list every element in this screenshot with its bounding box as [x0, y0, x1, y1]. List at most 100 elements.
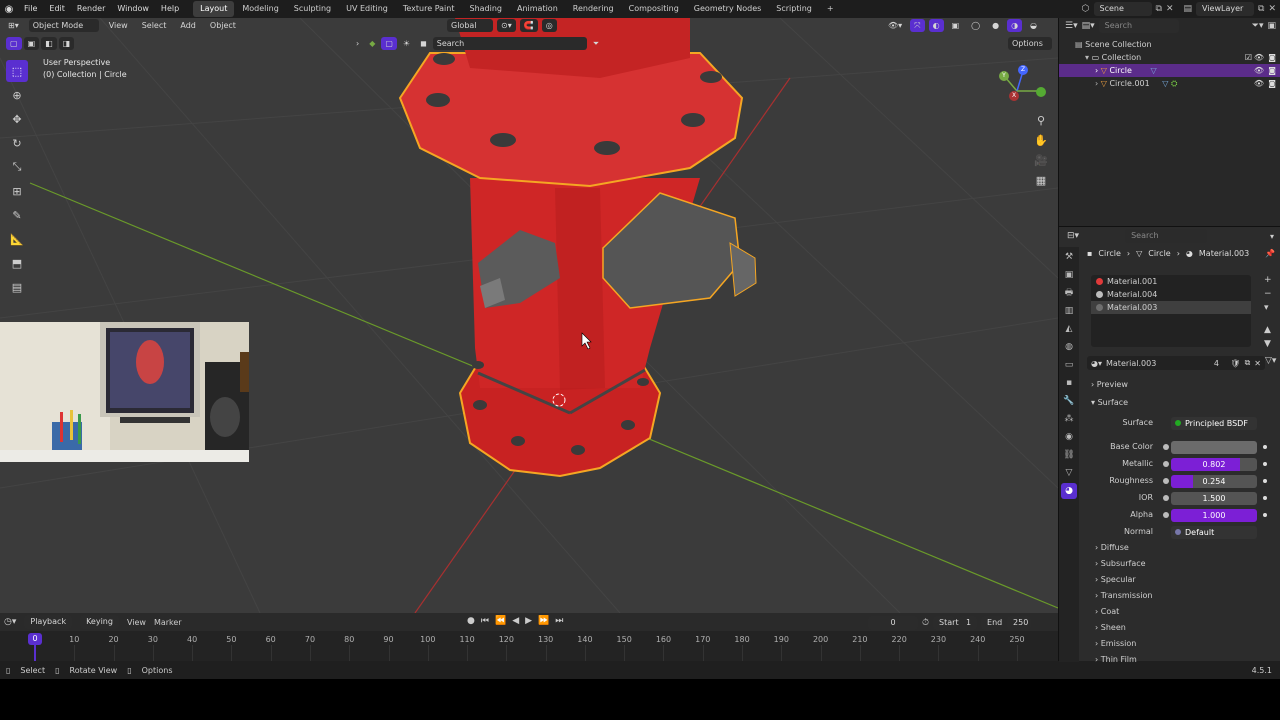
- timeline-editor[interactable]: ◷▾ Playback Keying View Marker ● ⏮ ⏪ ◀ ▶…: [0, 613, 1058, 661]
- eye-icon[interactable]: 👁: [1254, 64, 1264, 77]
- add-workspace-button[interactable]: +: [820, 1, 841, 17]
- remove-slot-icon[interactable]: −: [1264, 289, 1272, 299]
- expand-arrow-icon[interactable]: ›: [1095, 66, 1098, 75]
- subpanel-sheen[interactable]: › Sheen: [1095, 623, 1126, 632]
- move-tool-icon[interactable]: ✥: [6, 108, 28, 130]
- pin-icon[interactable]: 📌: [1265, 249, 1275, 258]
- delete-scene-icon[interactable]: ✕: [1166, 4, 1174, 14]
- tab-scripting[interactable]: Scripting: [769, 1, 819, 17]
- properties-options-icon[interactable]: ▾: [1270, 232, 1280, 241]
- subpanel-emission[interactable]: › Emission: [1095, 639, 1136, 648]
- preview-panel-header[interactable]: › Preview: [1091, 380, 1128, 389]
- filter-chevron-icon[interactable]: ›: [352, 37, 363, 50]
- modifier-tab-icon[interactable]: 🔧: [1061, 393, 1077, 409]
- tab-geometry-nodes[interactable]: Geometry Nodes: [687, 1, 768, 17]
- add-object-tool-icon[interactable]: ▤: [6, 276, 28, 298]
- subpanel-transmission[interactable]: › Transmission: [1095, 591, 1152, 600]
- outliner-row-collection[interactable]: ▾ ▭ Collection ☑ 👁 ◙: [1059, 51, 1280, 64]
- material-slot[interactable]: Material.004: [1091, 288, 1251, 301]
- menu-help[interactable]: Help: [155, 0, 185, 18]
- collection-tab-icon[interactable]: ▭: [1061, 357, 1077, 373]
- subpanel-specular[interactable]: › Specular: [1095, 575, 1136, 584]
- material-name-field[interactable]: Material.003: [1106, 359, 1202, 368]
- delete-view-layer-icon[interactable]: ✕: [1268, 4, 1276, 14]
- tab-shading[interactable]: Shading: [462, 1, 509, 17]
- keyframe-dot-icon[interactable]: [1263, 462, 1267, 466]
- object-mode-dropdown[interactable]: Object Mode: [28, 19, 99, 32]
- menu-window[interactable]: Window: [111, 0, 155, 18]
- add-cube-tool-icon[interactable]: ⬒: [6, 252, 28, 274]
- tab-rendering[interactable]: Rendering: [566, 1, 621, 17]
- properties-search-input[interactable]: Search: [1125, 229, 1208, 243]
- rendered-shading-icon[interactable]: ◒: [1026, 19, 1041, 32]
- alpha-slider[interactable]: 1.000: [1171, 509, 1257, 522]
- new-collection-icon[interactable]: ▣: [1267, 21, 1280, 31]
- filter-funnel-icon[interactable]: ⏷: [589, 37, 603, 50]
- scene-tab-icon[interactable]: ◭: [1061, 321, 1077, 337]
- normal-field[interactable]: Default: [1171, 526, 1257, 539]
- base-color-field[interactable]: [1171, 441, 1257, 454]
- scene-field[interactable]: Scene: [1093, 2, 1152, 16]
- eye-icon[interactable]: 👁: [1254, 77, 1264, 90]
- gizmo-z-axis[interactable]: Z: [1018, 65, 1028, 75]
- material-slot-list[interactable]: Material.001 Material.004 Material.003: [1091, 275, 1251, 347]
- xray-icon[interactable]: ▣: [948, 19, 964, 32]
- zoom-icon[interactable]: ⚲: [1033, 113, 1049, 129]
- overlay-toggle-icon[interactable]: ◐: [928, 19, 944, 32]
- subpanel-subsurface[interactable]: › Subsurface: [1095, 559, 1146, 568]
- gizmo-toggle-icon[interactable]: ⤧: [910, 19, 925, 32]
- menu-file[interactable]: File: [18, 0, 43, 18]
- material-link-icon[interactable]: ▽▾: [1265, 356, 1276, 366]
- tab-compositing[interactable]: Compositing: [622, 1, 686, 17]
- select-extend-icon[interactable]: ▣: [23, 37, 40, 50]
- gizmo-neg-y-axis[interactable]: [1036, 87, 1046, 97]
- navigation-gizmo[interactable]: Y Z X: [995, 63, 1051, 113]
- properties-editor[interactable]: ⊟▾ Search ▾ ⚒ ▣ 🖶 ▥ ◭ ◍ ▭ ▪ 🔧 ⁂ ◉ ⛓ ▽ ◕ …: [1058, 226, 1280, 664]
- outliner-row-scene-collection[interactable]: ▤ Scene Collection: [1059, 38, 1280, 51]
- unlink-material-icon[interactable]: ✕: [1254, 359, 1265, 368]
- keyframe-dot-icon[interactable]: [1263, 479, 1267, 483]
- material-datablock[interactable]: ◕▾ Material.003 4 🛡 ⧉ ✕: [1087, 356, 1265, 370]
- viewport-menu-object[interactable]: Object: [206, 19, 240, 32]
- menu-edit[interactable]: Edit: [43, 0, 71, 18]
- rotate-tool-icon[interactable]: ↻: [6, 132, 28, 154]
- expand-arrow-icon[interactable]: ▾: [1085, 53, 1089, 62]
- filter-light-icon[interactable]: ☀: [399, 37, 414, 50]
- view-layer-tab-icon[interactable]: ▥: [1061, 303, 1077, 319]
- scale-tool-icon[interactable]: ⤡: [6, 156, 28, 178]
- viewport-search-input[interactable]: Search: [432, 37, 587, 50]
- camera-icon[interactable]: ◙: [1268, 77, 1276, 90]
- editor-type-icon[interactable]: ⊞▾: [4, 19, 23, 32]
- wireframe-shading-icon[interactable]: ◯: [967, 19, 984, 32]
- expand-arrow-icon[interactable]: ›: [1095, 79, 1098, 88]
- playhead[interactable]: 0: [28, 633, 42, 645]
- select-new-icon[interactable]: ▢: [6, 37, 22, 50]
- subpanel-coat[interactable]: › Coat: [1095, 607, 1119, 616]
- roughness-slider[interactable]: 0.254: [1171, 475, 1257, 488]
- render-tab-icon[interactable]: ▣: [1061, 267, 1077, 283]
- world-tab-icon[interactable]: ◍: [1061, 339, 1077, 355]
- keyframe-dot-icon[interactable]: [1263, 496, 1267, 500]
- outliner[interactable]: ☰▾ ▤▾ Search ⏷▾ ▣ ▤ Scene Collection ▾ ▭…: [1058, 18, 1280, 226]
- outliner-search-input[interactable]: Search: [1098, 19, 1179, 33]
- camera-icon[interactable]: ◙: [1268, 64, 1276, 77]
- object-tab-icon[interactable]: ▪: [1061, 375, 1077, 391]
- options-dropdown[interactable]: Options: [1008, 37, 1052, 50]
- camera-view-icon[interactable]: 🎥: [1033, 153, 1049, 169]
- pan-hand-icon[interactable]: ✋: [1033, 133, 1049, 149]
- filter-mesh-icon[interactable]: ◆: [365, 37, 379, 50]
- viewport-menu-select[interactable]: Select: [138, 19, 171, 32]
- fake-user-icon[interactable]: 🛡: [1230, 359, 1240, 368]
- subpanel-diffuse[interactable]: › Diffuse: [1095, 543, 1129, 552]
- outliner-row-circle[interactable]: › ▽ Circle ▽ 👁 ◙: [1059, 64, 1280, 77]
- menu-render[interactable]: Render: [71, 0, 111, 18]
- filter-camera-icon[interactable]: ◼: [416, 37, 431, 50]
- copy-scene-icon[interactable]: ⧉: [1156, 4, 1162, 14]
- camera-icon[interactable]: ◙: [1268, 51, 1276, 64]
- tab-layout[interactable]: Layout: [193, 1, 235, 17]
- select-tool-icon[interactable]: ⬚: [6, 60, 28, 82]
- subpanel-thin-film[interactable]: › Thin Film: [1095, 655, 1137, 664]
- move-up-icon[interactable]: ▲: [1264, 325, 1272, 335]
- outliner-editor-icon[interactable]: ☰▾: [1065, 21, 1078, 31]
- solid-shading-icon[interactable]: ●: [988, 19, 1003, 32]
